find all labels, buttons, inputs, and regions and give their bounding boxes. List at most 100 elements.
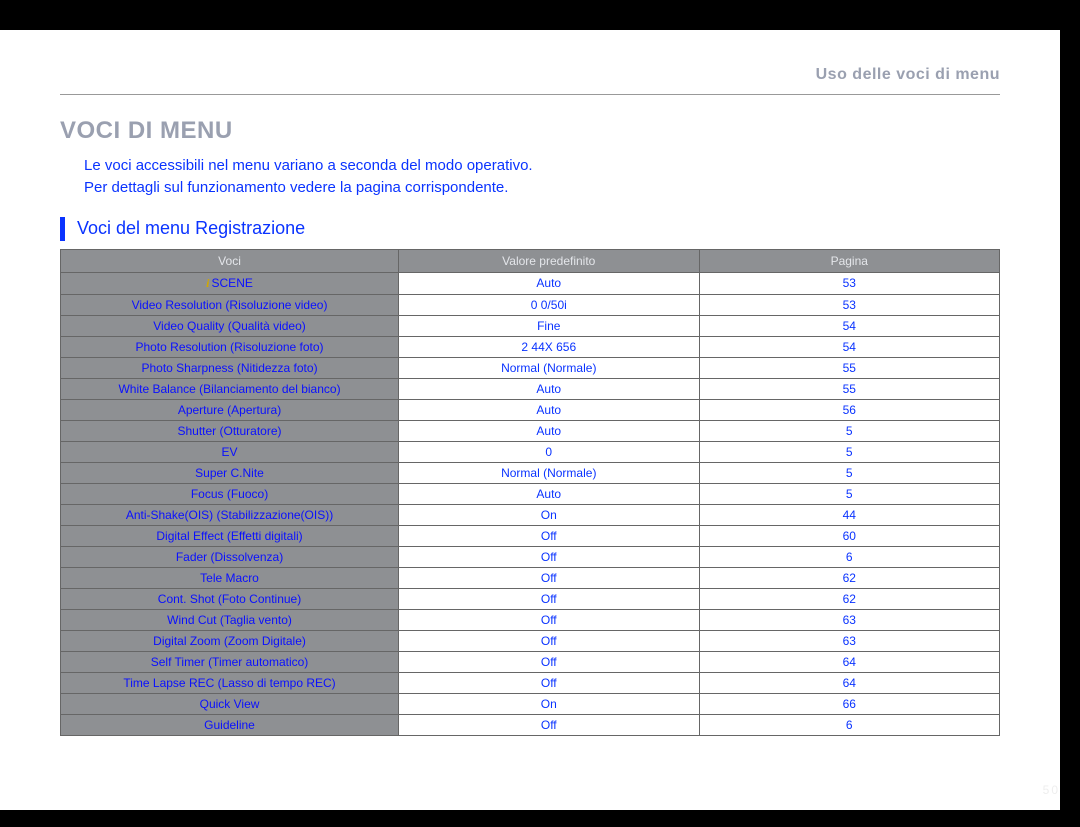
header-breadcrumb: Uso delle voci di menu — [60, 30, 1000, 95]
cell-default: Off — [399, 630, 699, 651]
cell-item: Video Quality (Qualità video) — [61, 315, 399, 336]
cell-item: Fader (Dissolvenza) — [61, 546, 399, 567]
cell-item: Wind Cut (Taglia vento) — [61, 609, 399, 630]
table-body: iSCENEAuto53Video Resolution (Risoluzion… — [61, 272, 1000, 735]
table-row: Photo Resolution (Risoluzione foto)2 44X… — [61, 336, 1000, 357]
scene-i-icon: i — [206, 276, 209, 290]
cell-item: Cont. Shot (Foto Continue) — [61, 588, 399, 609]
cell-page: 54 — [699, 336, 1000, 357]
cell-item: Video Resolution (Risoluzione video) — [61, 294, 399, 315]
cell-default: On — [399, 504, 699, 525]
cell-item: EV — [61, 441, 399, 462]
table-row: Digital Zoom (Zoom Digitale)Off63 — [61, 630, 1000, 651]
cell-default: Auto — [399, 420, 699, 441]
table-row: White Balance (Bilanciamento del bianco)… — [61, 378, 1000, 399]
table-row: Time Lapse REC (Lasso di tempo REC)Off64 — [61, 672, 1000, 693]
table-row: Photo Sharpness (Nitidezza foto)Normal (… — [61, 357, 1000, 378]
cell-default: Fine — [399, 315, 699, 336]
cell-item: Tele Macro — [61, 567, 399, 588]
cell-item: iSCENE — [61, 272, 399, 294]
table-row: Super C.NiteNormal (Normale)5 — [61, 462, 1000, 483]
cell-page: 54 — [699, 315, 1000, 336]
cell-item: Anti-Shake(OIS) (Stabilizzazione(OIS)) — [61, 504, 399, 525]
table-row: Aperture (Apertura)Auto56 — [61, 399, 1000, 420]
cell-default: Off — [399, 588, 699, 609]
cell-page: 44 — [699, 504, 1000, 525]
cell-default: Off — [399, 609, 699, 630]
cell-item: Guideline — [61, 714, 399, 735]
section-heading-text: Voci del menu Registrazione — [77, 218, 305, 239]
col-header-default: Valore predefinito — [399, 249, 699, 272]
cell-page: 60 — [699, 525, 1000, 546]
cell-default: 0 0/50i — [399, 294, 699, 315]
cell-page: 55 — [699, 378, 1000, 399]
cell-item: Photo Resolution (Risoluzione foto) — [61, 336, 399, 357]
intro-text: Le voci accessibili nel menu variano a s… — [84, 155, 1000, 199]
cell-item: Time Lapse REC (Lasso di tempo REC) — [61, 672, 399, 693]
cell-item: Shutter (Otturatore) — [61, 420, 399, 441]
cell-default: Normal (Normale) — [399, 462, 699, 483]
cell-item-text: SCENE — [212, 276, 253, 290]
table-row: EV05 — [61, 441, 1000, 462]
cell-default: Auto — [399, 483, 699, 504]
table-row: Digital Effect (Effetti digitali)Off60 — [61, 525, 1000, 546]
cell-default: 2 44X 656 — [399, 336, 699, 357]
cell-page: 5 — [699, 441, 1000, 462]
document-sheet: Uso delle voci di menu VOCI DI MENU Le v… — [0, 30, 1060, 810]
cell-default: 0 — [399, 441, 699, 462]
cell-page: 5 — [699, 483, 1000, 504]
cell-item: Super C.Nite — [61, 462, 399, 483]
table-row: Tele MacroOff62 — [61, 567, 1000, 588]
intro-line-2: Per dettagli sul funzionamento vedere la… — [84, 179, 508, 196]
table-row: Anti-Shake(OIS) (Stabilizzazione(OIS))On… — [61, 504, 1000, 525]
cell-default: On — [399, 693, 699, 714]
cell-page: 63 — [699, 609, 1000, 630]
col-header-items: Voci — [61, 249, 399, 272]
menu-table: Voci Valore predefinito Pagina iSCENEAut… — [60, 249, 1000, 736]
cell-page: 6 — [699, 546, 1000, 567]
cell-page: 63 — [699, 630, 1000, 651]
table-row: GuidelineOff6 — [61, 714, 1000, 735]
cell-default: Off — [399, 714, 699, 735]
page-number: 50 — [1043, 783, 1060, 797]
cell-default: Off — [399, 567, 699, 588]
cell-page: 64 — [699, 672, 1000, 693]
cell-page: 55 — [699, 357, 1000, 378]
cell-item: Quick View — [61, 693, 399, 714]
cell-page: 66 — [699, 693, 1000, 714]
cell-page: 53 — [699, 272, 1000, 294]
cell-default: Auto — [399, 399, 699, 420]
cell-default: Normal (Normale) — [399, 357, 699, 378]
col-header-page: Pagina — [699, 249, 1000, 272]
cell-page: 6 — [699, 714, 1000, 735]
cell-default: Off — [399, 546, 699, 567]
table-row: Cont. Shot (Foto Continue)Off62 — [61, 588, 1000, 609]
table-row: Fader (Dissolvenza)Off6 — [61, 546, 1000, 567]
section-heading: Voci del menu Registrazione — [60, 217, 1000, 241]
cell-page: 5 — [699, 462, 1000, 483]
cell-page: 62 — [699, 588, 1000, 609]
table-row: Wind Cut (Taglia vento)Off63 — [61, 609, 1000, 630]
cell-item: Focus (Fuoco) — [61, 483, 399, 504]
table-row: Self Timer (Timer automatico)Off64 — [61, 651, 1000, 672]
page-title: VOCI DI MENU — [60, 117, 1000, 145]
cell-default: Off — [399, 525, 699, 546]
cell-page: 62 — [699, 567, 1000, 588]
cell-default: Auto — [399, 378, 699, 399]
cell-page: 5 — [699, 420, 1000, 441]
intro-line-1: Le voci accessibili nel menu variano a s… — [84, 157, 533, 174]
cell-item: Digital Zoom (Zoom Digitale) — [61, 630, 399, 651]
cell-page: 64 — [699, 651, 1000, 672]
cell-page: 56 — [699, 399, 1000, 420]
cell-item: Self Timer (Timer automatico) — [61, 651, 399, 672]
table-row: Shutter (Otturatore)Auto5 — [61, 420, 1000, 441]
cell-item: Photo Sharpness (Nitidezza foto) — [61, 357, 399, 378]
cell-item: Aperture (Apertura) — [61, 399, 399, 420]
table-row: Video Resolution (Risoluzione video)0 0/… — [61, 294, 1000, 315]
page-root: Uso delle voci di menu VOCI DI MENU Le v… — [0, 0, 1080, 827]
table-header-row: Voci Valore predefinito Pagina — [61, 249, 1000, 272]
content-area: Uso delle voci di menu VOCI DI MENU Le v… — [0, 30, 1060, 736]
table-row: Video Quality (Qualità video)Fine54 — [61, 315, 1000, 336]
table-row: Focus (Fuoco)Auto5 — [61, 483, 1000, 504]
table-row: iSCENEAuto53 — [61, 272, 1000, 294]
